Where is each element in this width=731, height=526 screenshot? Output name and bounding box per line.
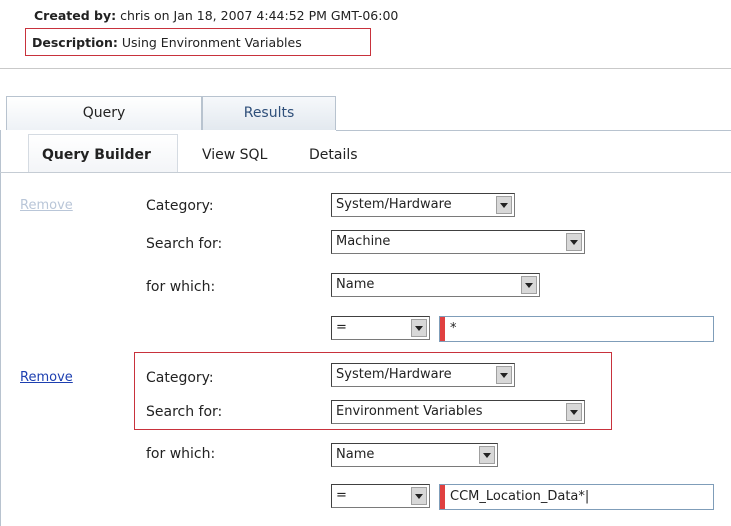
category-select-1-value: System/Hardware xyxy=(336,197,452,212)
search-for-select-2-value: Environment Variables xyxy=(336,404,483,419)
tab-query[interactable]: Query xyxy=(6,96,202,130)
remove-criterion-1-link[interactable]: Remove xyxy=(20,198,73,213)
operator-select-1[interactable]: = xyxy=(331,316,430,340)
category-select-1[interactable]: System/Hardware xyxy=(331,193,515,217)
for-which-select-1[interactable]: Name xyxy=(331,273,540,297)
search-for-select-1[interactable]: Machine xyxy=(331,230,585,254)
chevron-down-icon xyxy=(496,196,512,214)
chevron-down-icon xyxy=(411,487,427,505)
chevron-down-icon xyxy=(566,403,582,421)
for-which-select-2-value: Name xyxy=(336,447,375,462)
value-input-2-text: CCM_Location_Data*| xyxy=(450,489,590,504)
search-for-label-2: Search for: xyxy=(146,404,223,420)
operator-select-2[interactable]: = xyxy=(331,484,430,508)
tab-results-label: Results xyxy=(243,105,295,121)
for-which-select-1-value: Name xyxy=(336,277,375,292)
created-by-label: Created by: xyxy=(34,8,117,23)
operator-select-2-value: = xyxy=(336,488,347,503)
subtab-details[interactable]: Details xyxy=(309,147,358,163)
created-by-line: Created by: chris on Jan 18, 2007 4:44:5… xyxy=(34,8,398,23)
required-marker xyxy=(440,317,445,341)
chevron-down-icon xyxy=(496,366,512,384)
remove-criterion-2-link[interactable]: Remove xyxy=(20,370,73,385)
panel-left-border xyxy=(0,130,1,526)
for-which-select-2[interactable]: Name xyxy=(331,443,498,467)
required-marker xyxy=(440,485,445,509)
subtab-divider xyxy=(0,172,731,173)
value-input-1[interactable]: * xyxy=(439,316,714,342)
chevron-down-icon xyxy=(521,276,537,294)
chevron-down-icon xyxy=(411,319,427,337)
description-line: Description: Using Environment Variables xyxy=(32,35,302,50)
category-select-2[interactable]: System/Hardware xyxy=(331,363,515,387)
chevron-down-icon xyxy=(566,233,582,251)
category-label-2: Category: xyxy=(146,370,214,386)
tab-query-label: Query xyxy=(82,105,126,121)
subtab-view-sql[interactable]: View SQL xyxy=(202,147,267,163)
value-input-1-text: * xyxy=(450,321,457,336)
category-select-2-value: System/Hardware xyxy=(336,367,452,382)
subtab-query-builder[interactable]: Query Builder xyxy=(42,147,151,163)
value-input-2[interactable]: CCM_Location_Data*| xyxy=(439,484,714,510)
created-by-value: chris on Jan 18, 2007 4:44:52 PM GMT-06:… xyxy=(120,8,399,23)
category-label-1: Category: xyxy=(146,198,214,214)
search-for-select-2[interactable]: Environment Variables xyxy=(331,400,585,424)
search-for-select-1-value: Machine xyxy=(336,234,391,249)
for-which-label-1: for which: xyxy=(146,279,216,295)
search-for-label-1: Search for: xyxy=(146,236,223,252)
chevron-down-icon xyxy=(479,446,495,464)
description-value: Using Environment Variables xyxy=(121,35,302,50)
header-divider xyxy=(0,68,731,69)
operator-select-1-value: = xyxy=(336,320,347,335)
tab-results[interactable]: Results xyxy=(202,96,336,130)
tabbar-divider xyxy=(336,130,731,131)
for-which-label-2: for which: xyxy=(146,446,216,462)
description-label: Description: xyxy=(32,35,118,50)
